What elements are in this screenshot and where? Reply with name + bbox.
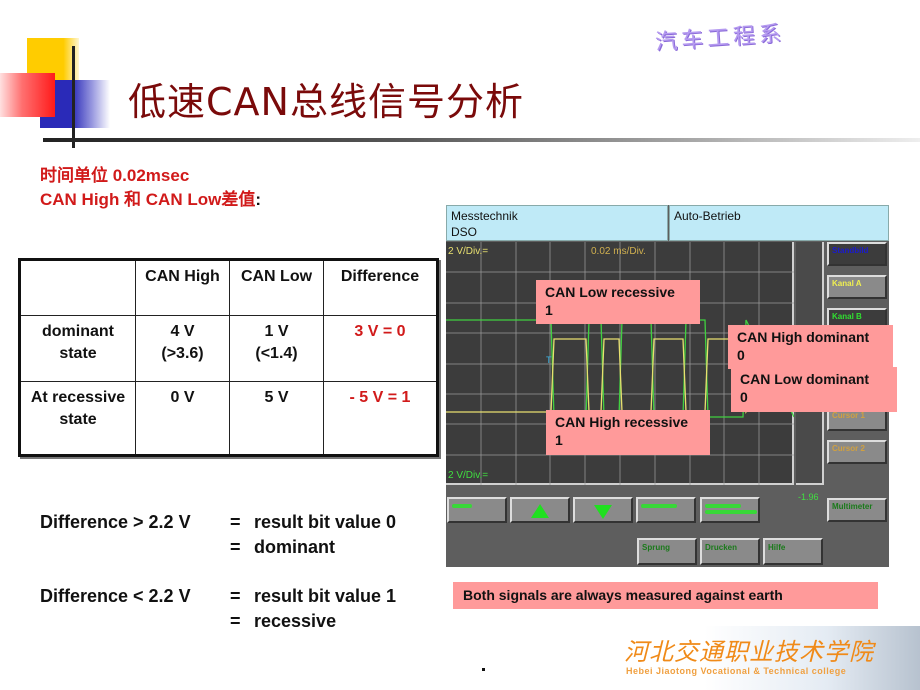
cursor-2-button[interactable]: Cursor 2 <box>827 440 887 464</box>
callout-can-low-dominant: CAN Low dominant 0 <box>731 367 897 412</box>
can-high-note: (>3.6) <box>161 345 204 362</box>
can-low-cell: 5 V <box>229 381 324 456</box>
scope-header-auto: Auto-Betrieb <box>669 205 889 241</box>
rule-row: = recessive <box>40 609 396 634</box>
channel-b-scale: 2 V/Div.= <box>448 470 489 481</box>
can-low-value: 1 V <box>264 323 289 340</box>
table-header-row: CAN High CAN Low Difference <box>19 259 438 316</box>
table-row: At recessive state 0 V 5 V - 5 V = 1 <box>19 381 438 456</box>
scope-submode-label: DSO <box>451 225 478 239</box>
college-name-en: Hebei Jiaotong Vocational & Technical co… <box>626 666 847 676</box>
rule-equals: = <box>230 586 241 606</box>
standbild-button[interactable]: Standbild <box>827 242 887 266</box>
can-high-cell: 0 V <box>135 381 230 456</box>
table-row: dominant state 4 V (>3.6) 1 V (<1.4) 3 V =… <box>19 315 438 382</box>
table-header-cell: CAN High <box>135 259 230 316</box>
scope-button-1[interactable] <box>447 497 507 523</box>
rule-result: dominant <box>254 537 335 557</box>
kanal-a-button[interactable]: Kanal A <box>827 275 887 299</box>
can-low-cell: 1 V (<1.4) <box>229 315 324 382</box>
rule-row: Difference < 2.2 V = result bit value 1 <box>40 584 396 609</box>
difference-cell: - 5 V = 1 <box>323 381 438 456</box>
rule-equals: = <box>230 537 241 557</box>
cursor-readout: -1.96 <box>798 492 819 502</box>
can-low-note: (<1.4) <box>255 345 298 362</box>
colon: : <box>255 190 261 209</box>
scope-mode-label: Messtechnik <box>451 209 518 223</box>
callout-title: CAN Low recessive <box>545 284 675 300</box>
scope-header-mode: Messtechnik DSO <box>446 205 668 241</box>
department-logo-text: 汽车工程系 <box>654 21 786 56</box>
rule-result: result bit value 0 <box>254 512 397 532</box>
difference-cell: 3 V = 0 <box>323 315 438 382</box>
blurred-label <box>452 504 472 508</box>
rule-condition <box>40 609 230 634</box>
callout-can-low-recessive: CAN Low recessive 1 <box>536 280 700 324</box>
scroll-down-button[interactable] <box>573 497 633 523</box>
callout-title: CAN Low dominant <box>740 371 870 387</box>
callout-value: 0 <box>740 389 748 405</box>
drucken-button[interactable]: Drucken <box>700 538 760 565</box>
decor-vertical-line <box>72 46 75 148</box>
scope-button-5[interactable] <box>700 497 760 523</box>
blurred-label <box>641 504 677 508</box>
rule-condition: Difference < 2.2 V <box>40 586 191 606</box>
arrow-up-icon <box>531 504 549 518</box>
difference-line: CAN High 和 CAN Low差值: <box>40 188 261 212</box>
rule-condition <box>40 535 230 560</box>
rule-result: recessive <box>254 611 337 631</box>
subtitle: 时间单位 0.02msec CAN High 和 CAN Low差值: <box>40 164 261 212</box>
college-logo: 河北交通职业技术学院 Hebei Jiaotong Vocational & T… <box>612 626 920 690</box>
table-header-cell: CAN Low <box>229 259 324 316</box>
time-unit-line: 时间单位 0.02msec <box>40 166 190 185</box>
title-underline <box>43 138 920 142</box>
rule-equals: = <box>230 512 241 532</box>
college-name-cn: 河北交通职业技术学院 <box>624 638 874 666</box>
scroll-up-button[interactable] <box>510 497 570 523</box>
bit-value-rules: Difference > 2.2 V = result bit value 0 = d… <box>40 510 396 634</box>
rule-row: Difference > 2.2 V = result bit value 0 <box>40 510 396 535</box>
table-header-cell <box>19 259 136 316</box>
callout-value: 1 <box>545 302 553 318</box>
callout-can-high-dominant: CAN High dominant 0 <box>728 325 893 369</box>
callout-title: CAN High dominant <box>737 329 870 345</box>
blurred-label <box>705 510 757 514</box>
earth-measurement-note: Both signals are always measured against… <box>453 582 878 609</box>
state-cell: dominant state <box>19 315 136 382</box>
arrow-down-icon <box>594 505 612 519</box>
callout-value: 1 <box>555 432 563 448</box>
channel-a-scale: 2 V/Div.= <box>448 246 489 257</box>
can-high-value: 4 V <box>170 323 195 340</box>
rule-row: = dominant <box>40 535 396 560</box>
rule-result: result bit value 1 <box>254 586 397 606</box>
trigger-marker: T <box>546 355 552 365</box>
can-high-cell: 4 V (>3.6) <box>135 315 230 382</box>
page-title: 低速CAN总线信号分析 <box>128 80 524 124</box>
difference-line-text: CAN High 和 CAN Low差值 <box>40 190 256 209</box>
footer-dot <box>482 668 485 671</box>
rule-equals: = <box>230 611 241 631</box>
rule-condition: Difference > 2.2 V <box>40 512 191 532</box>
multimeter-button[interactable]: Multimeter <box>827 498 887 522</box>
hilfe-button[interactable]: Hilfe <box>763 538 823 565</box>
blurred-label <box>705 504 741 508</box>
decor-red-square <box>0 73 55 117</box>
callout-value: 0 <box>737 347 745 363</box>
state-cell: At recessive state <box>19 381 136 456</box>
callout-title: CAN High recessive <box>555 414 689 430</box>
callout-can-high-recessive: CAN High recessive 1 <box>546 410 710 455</box>
voltage-table: CAN High CAN Low Difference dominant sta… <box>18 258 439 457</box>
timebase-label: 0.02 ms/Div. <box>591 246 646 257</box>
sprung-button[interactable]: Sprung <box>637 538 697 565</box>
table-header-cell: Difference <box>323 259 438 316</box>
scope-button-4[interactable] <box>636 497 696 523</box>
